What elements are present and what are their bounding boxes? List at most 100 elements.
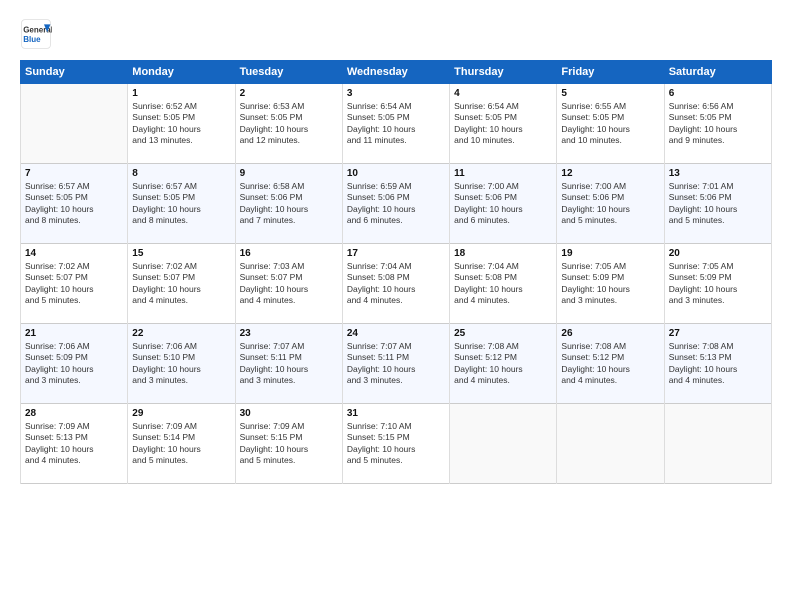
day-info: Sunrise: 7:02 AMSunset: 5:07 PMDaylight:…: [132, 261, 230, 307]
day-cell: [557, 404, 664, 484]
day-number: 4: [454, 88, 552, 99]
header: General Blue: [20, 18, 772, 50]
day-number: 28: [25, 408, 123, 419]
day-cell: 8 Sunrise: 6:57 AMSunset: 5:05 PMDaylight…: [128, 164, 235, 244]
calendar-header: SundayMondayTuesdayWednesdayThursdayFrid…: [21, 61, 772, 84]
col-header-monday: Monday: [128, 61, 235, 84]
day-cell: 3 Sunrise: 6:54 AMSunset: 5:05 PMDaylight…: [342, 84, 449, 164]
day-cell: 19 Sunrise: 7:05 AMSunset: 5:09 PMDayligh…: [557, 244, 664, 324]
day-cell: 7Sunrise: 6:57 AMSunset: 5:05 PMDaylight…: [21, 164, 128, 244]
day-cell: 30 Sunrise: 7:09 AMSunset: 5:15 PMDayligh…: [235, 404, 342, 484]
day-info: Sunrise: 7:03 AMSunset: 5:07 PMDaylight:…: [240, 261, 338, 307]
day-cell: 18Sunrise: 7:04 AMSunset: 5:08 PMDayligh…: [450, 244, 557, 324]
day-number: 23: [240, 328, 338, 339]
day-cell: 11 Sunrise: 7:00 AMSunset: 5:06 PMDayligh…: [450, 164, 557, 244]
day-info: Sunrise: 7:07 AMSunset: 5:11 PMDaylight:…: [347, 341, 445, 387]
col-header-wednesday: Wednesday: [342, 61, 449, 84]
day-cell: 2Sunrise: 6:53 AMSunset: 5:05 PMDaylight…: [235, 84, 342, 164]
day-number: 25: [454, 328, 552, 339]
day-cell: 16 Sunrise: 7:03 AMSunset: 5:07 PMDayligh…: [235, 244, 342, 324]
day-cell: 31Sunrise: 7:10 AMSunset: 5:15 PMDayligh…: [342, 404, 449, 484]
day-cell: 28 Sunrise: 7:09 AMSunset: 5:13 PMDayligh…: [21, 404, 128, 484]
day-info: Sunrise: 6:52 AMSunset: 5:05 PMDaylight:…: [132, 101, 230, 147]
week-row-2: 7Sunrise: 6:57 AMSunset: 5:05 PMDaylight…: [21, 164, 772, 244]
col-header-friday: Friday: [557, 61, 664, 84]
day-info: Sunrise: 7:04 AMSunset: 5:08 PMDaylight:…: [347, 261, 445, 307]
day-number: 17: [347, 248, 445, 259]
day-number: 29: [132, 408, 230, 419]
day-cell: 6Sunrise: 6:56 AMSunset: 5:05 PMDaylight…: [664, 84, 771, 164]
calendar-table: SundayMondayTuesdayWednesdayThursdayFrid…: [20, 60, 772, 484]
col-header-sunday: Sunday: [21, 61, 128, 84]
week-row-3: 14 Sunrise: 7:02 AMSunset: 5:07 PMDayligh…: [21, 244, 772, 324]
logo: General Blue: [20, 18, 56, 50]
day-info: Sunrise: 7:05 AMSunset: 5:09 PMDaylight:…: [669, 261, 767, 307]
day-number: 14: [25, 248, 123, 259]
day-number: 8: [132, 168, 230, 179]
day-number: 16: [240, 248, 338, 259]
day-info: Sunrise: 6:54 AMSunset: 5:05 PMDaylight:…: [454, 101, 552, 147]
day-cell: 26 Sunrise: 7:08 AMSunset: 5:12 PMDayligh…: [557, 324, 664, 404]
logo-icon: General Blue: [20, 18, 52, 50]
day-cell: 21 Sunrise: 7:06 AMSunset: 5:09 PMDayligh…: [21, 324, 128, 404]
day-info: Sunrise: 7:05 AMSunset: 5:09 PMDaylight:…: [561, 261, 659, 307]
day-cell: 22 Sunrise: 7:06 AMSunset: 5:10 PMDayligh…: [128, 324, 235, 404]
header-row: SundayMondayTuesdayWednesdayThursdayFrid…: [21, 61, 772, 84]
day-cell: 29 Sunrise: 7:09 AMSunset: 5:14 PMDayligh…: [128, 404, 235, 484]
col-header-saturday: Saturday: [664, 61, 771, 84]
day-info: Sunrise: 7:08 AMSunset: 5:12 PMDaylight:…: [561, 341, 659, 387]
day-info: Sunrise: 7:00 AMSunset: 5:06 PMDaylight:…: [561, 181, 659, 227]
day-number: 19: [561, 248, 659, 259]
day-number: 1: [132, 88, 230, 99]
day-cell: 24 Sunrise: 7:07 AMSunset: 5:11 PMDayligh…: [342, 324, 449, 404]
page: General Blue SundayMondayTuesdayWednesda…: [0, 0, 792, 612]
day-info: Sunrise: 6:57 AMSunset: 5:05 PMDaylight:…: [132, 181, 230, 227]
day-info: Sunrise: 7:09 AMSunset: 5:15 PMDaylight:…: [240, 421, 338, 467]
day-cell: 5Sunrise: 6:55 AMSunset: 5:05 PMDaylight…: [557, 84, 664, 164]
day-number: 24: [347, 328, 445, 339]
day-cell: 14 Sunrise: 7:02 AMSunset: 5:07 PMDayligh…: [21, 244, 128, 324]
day-info: Sunrise: 7:06 AMSunset: 5:09 PMDaylight:…: [25, 341, 123, 387]
day-info: Sunrise: 7:02 AMSunset: 5:07 PMDaylight:…: [25, 261, 123, 307]
day-cell: 13 Sunrise: 7:01 AMSunset: 5:06 PMDayligh…: [664, 164, 771, 244]
day-info: Sunrise: 7:01 AMSunset: 5:06 PMDaylight:…: [669, 181, 767, 227]
day-info: Sunrise: 7:07 AMSunset: 5:11 PMDaylight:…: [240, 341, 338, 387]
day-number: 12: [561, 168, 659, 179]
col-header-thursday: Thursday: [450, 61, 557, 84]
day-cell: 27Sunrise: 7:08 AMSunset: 5:13 PMDayligh…: [664, 324, 771, 404]
day-number: 15: [132, 248, 230, 259]
day-info: Sunrise: 6:59 AMSunset: 5:06 PMDaylight:…: [347, 181, 445, 227]
day-cell: 25 Sunrise: 7:08 AMSunset: 5:12 PMDayligh…: [450, 324, 557, 404]
day-number: 3: [347, 88, 445, 99]
day-info: Sunrise: 7:06 AMSunset: 5:10 PMDaylight:…: [132, 341, 230, 387]
day-cell: 1 Sunrise: 6:52 AMSunset: 5:05 PMDaylight…: [128, 84, 235, 164]
day-cell: 15 Sunrise: 7:02 AMSunset: 5:07 PMDayligh…: [128, 244, 235, 324]
day-info: Sunrise: 7:09 AMSunset: 5:14 PMDaylight:…: [132, 421, 230, 467]
day-number: 30: [240, 408, 338, 419]
day-number: 11: [454, 168, 552, 179]
week-row-4: 21 Sunrise: 7:06 AMSunset: 5:09 PMDayligh…: [21, 324, 772, 404]
day-number: 13: [669, 168, 767, 179]
day-number: 26: [561, 328, 659, 339]
day-info: Sunrise: 6:54 AMSunset: 5:05 PMDaylight:…: [347, 101, 445, 147]
day-info: Sunrise: 7:04 AMSunset: 5:08 PMDaylight:…: [454, 261, 552, 307]
week-row-1: 1 Sunrise: 6:52 AMSunset: 5:05 PMDaylight…: [21, 84, 772, 164]
day-info: Sunrise: 7:00 AMSunset: 5:06 PMDaylight:…: [454, 181, 552, 227]
day-number: 22: [132, 328, 230, 339]
day-cell: 20Sunrise: 7:05 AMSunset: 5:09 PMDayligh…: [664, 244, 771, 324]
day-info: Sunrise: 7:09 AMSunset: 5:13 PMDaylight:…: [25, 421, 123, 467]
day-info: Sunrise: 7:10 AMSunset: 5:15 PMDaylight:…: [347, 421, 445, 467]
day-number: 27: [669, 328, 767, 339]
day-cell: [21, 84, 128, 164]
day-number: 9: [240, 168, 338, 179]
day-number: 10: [347, 168, 445, 179]
day-number: 21: [25, 328, 123, 339]
day-cell: 10 Sunrise: 6:59 AMSunset: 5:06 PMDayligh…: [342, 164, 449, 244]
calendar-body: 1 Sunrise: 6:52 AMSunset: 5:05 PMDaylight…: [21, 84, 772, 484]
svg-text:Blue: Blue: [23, 35, 41, 44]
day-info: Sunrise: 7:08 AMSunset: 5:12 PMDaylight:…: [454, 341, 552, 387]
day-cell: 9 Sunrise: 6:58 AMSunset: 5:06 PMDaylight…: [235, 164, 342, 244]
day-info: Sunrise: 6:58 AMSunset: 5:06 PMDaylight:…: [240, 181, 338, 227]
col-header-tuesday: Tuesday: [235, 61, 342, 84]
day-cell: 23 Sunrise: 7:07 AMSunset: 5:11 PMDayligh…: [235, 324, 342, 404]
